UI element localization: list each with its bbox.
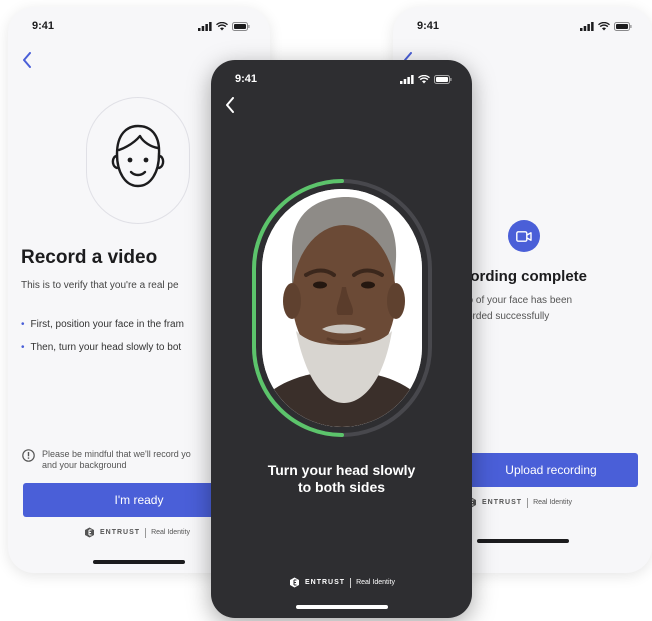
upload-recording-button[interactable]: Upload recording: [464, 453, 638, 487]
brand-footer: ENTRUST Real Identity: [84, 527, 190, 538]
face-capture-screen: 9:41 Turn your head slowly to both sides…: [211, 60, 472, 618]
description-line-1: eo of your face has been: [462, 295, 573, 306]
battery-icon: [434, 75, 452, 84]
entrust-logo-icon: [85, 527, 94, 538]
video-camera-icon: [516, 230, 532, 242]
battery-icon: [232, 22, 250, 31]
brand-name: ENTRUST: [482, 499, 523, 506]
brand-name: ENTRUST: [100, 529, 141, 536]
brand-product: Real Identity: [151, 529, 190, 536]
home-indicator: [93, 560, 185, 564]
instruction-line-2: to both sides: [297, 479, 386, 495]
brand-product: Real Identity: [356, 579, 395, 586]
page-title: cording complete: [462, 268, 588, 285]
instruction-bullet-1: • First, position your face in the fram: [21, 319, 184, 330]
status-bar: 9:41: [393, 20, 652, 34]
page-subtitle: This is to verify that you're a real pe: [21, 280, 179, 291]
face-outline-icon: [111, 124, 165, 188]
status-time: 9:41: [32, 20, 55, 32]
privacy-notice: Please be mindful that we'll record yo a…: [22, 449, 242, 471]
back-button[interactable]: [219, 94, 241, 116]
home-indicator: [295, 605, 388, 609]
page-description: eo of your face has been corded successf…: [462, 293, 642, 325]
status-bar: 9:41: [8, 20, 270, 34]
status-bar: 9:41: [211, 73, 472, 87]
home-indicator: [476, 539, 569, 543]
wifi-icon: [216, 22, 228, 31]
wifi-icon: [598, 22, 610, 31]
brand-footer: ENTRUST Real Identity: [289, 577, 395, 588]
entrust-logo-icon: [290, 577, 299, 588]
description-line-2: corded successfully: [462, 311, 550, 322]
chevron-left-icon: [23, 52, 31, 68]
info-icon: [22, 449, 35, 462]
status-time: 9:41: [235, 73, 258, 85]
status-time: 9:41: [417, 20, 440, 32]
instruction-bullet-2: • Then, turn your head slowly to bot: [21, 342, 182, 353]
recording-status-badge: [508, 220, 540, 252]
cellular-signal-icon: [198, 22, 212, 31]
instruction-line-1: Turn your head slowly: [267, 462, 416, 478]
capture-instruction: Turn your head slowly to both sides: [211, 462, 472, 496]
person-portrait: [262, 189, 422, 427]
cellular-signal-icon: [400, 75, 414, 84]
page-title: Record a video: [21, 247, 158, 268]
face-camera-preview: [262, 189, 422, 427]
brand-footer: ENTRUST Real Identity: [466, 497, 572, 508]
brand-name: ENTRUST: [305, 579, 346, 586]
back-button[interactable]: [16, 49, 38, 71]
wifi-icon: [418, 75, 430, 84]
brand-product: Real Identity: [533, 499, 572, 506]
chevron-left-icon: [226, 97, 234, 113]
battery-icon: [614, 22, 632, 31]
face-capture-frame: [248, 175, 436, 441]
cellular-signal-icon: [580, 22, 594, 31]
